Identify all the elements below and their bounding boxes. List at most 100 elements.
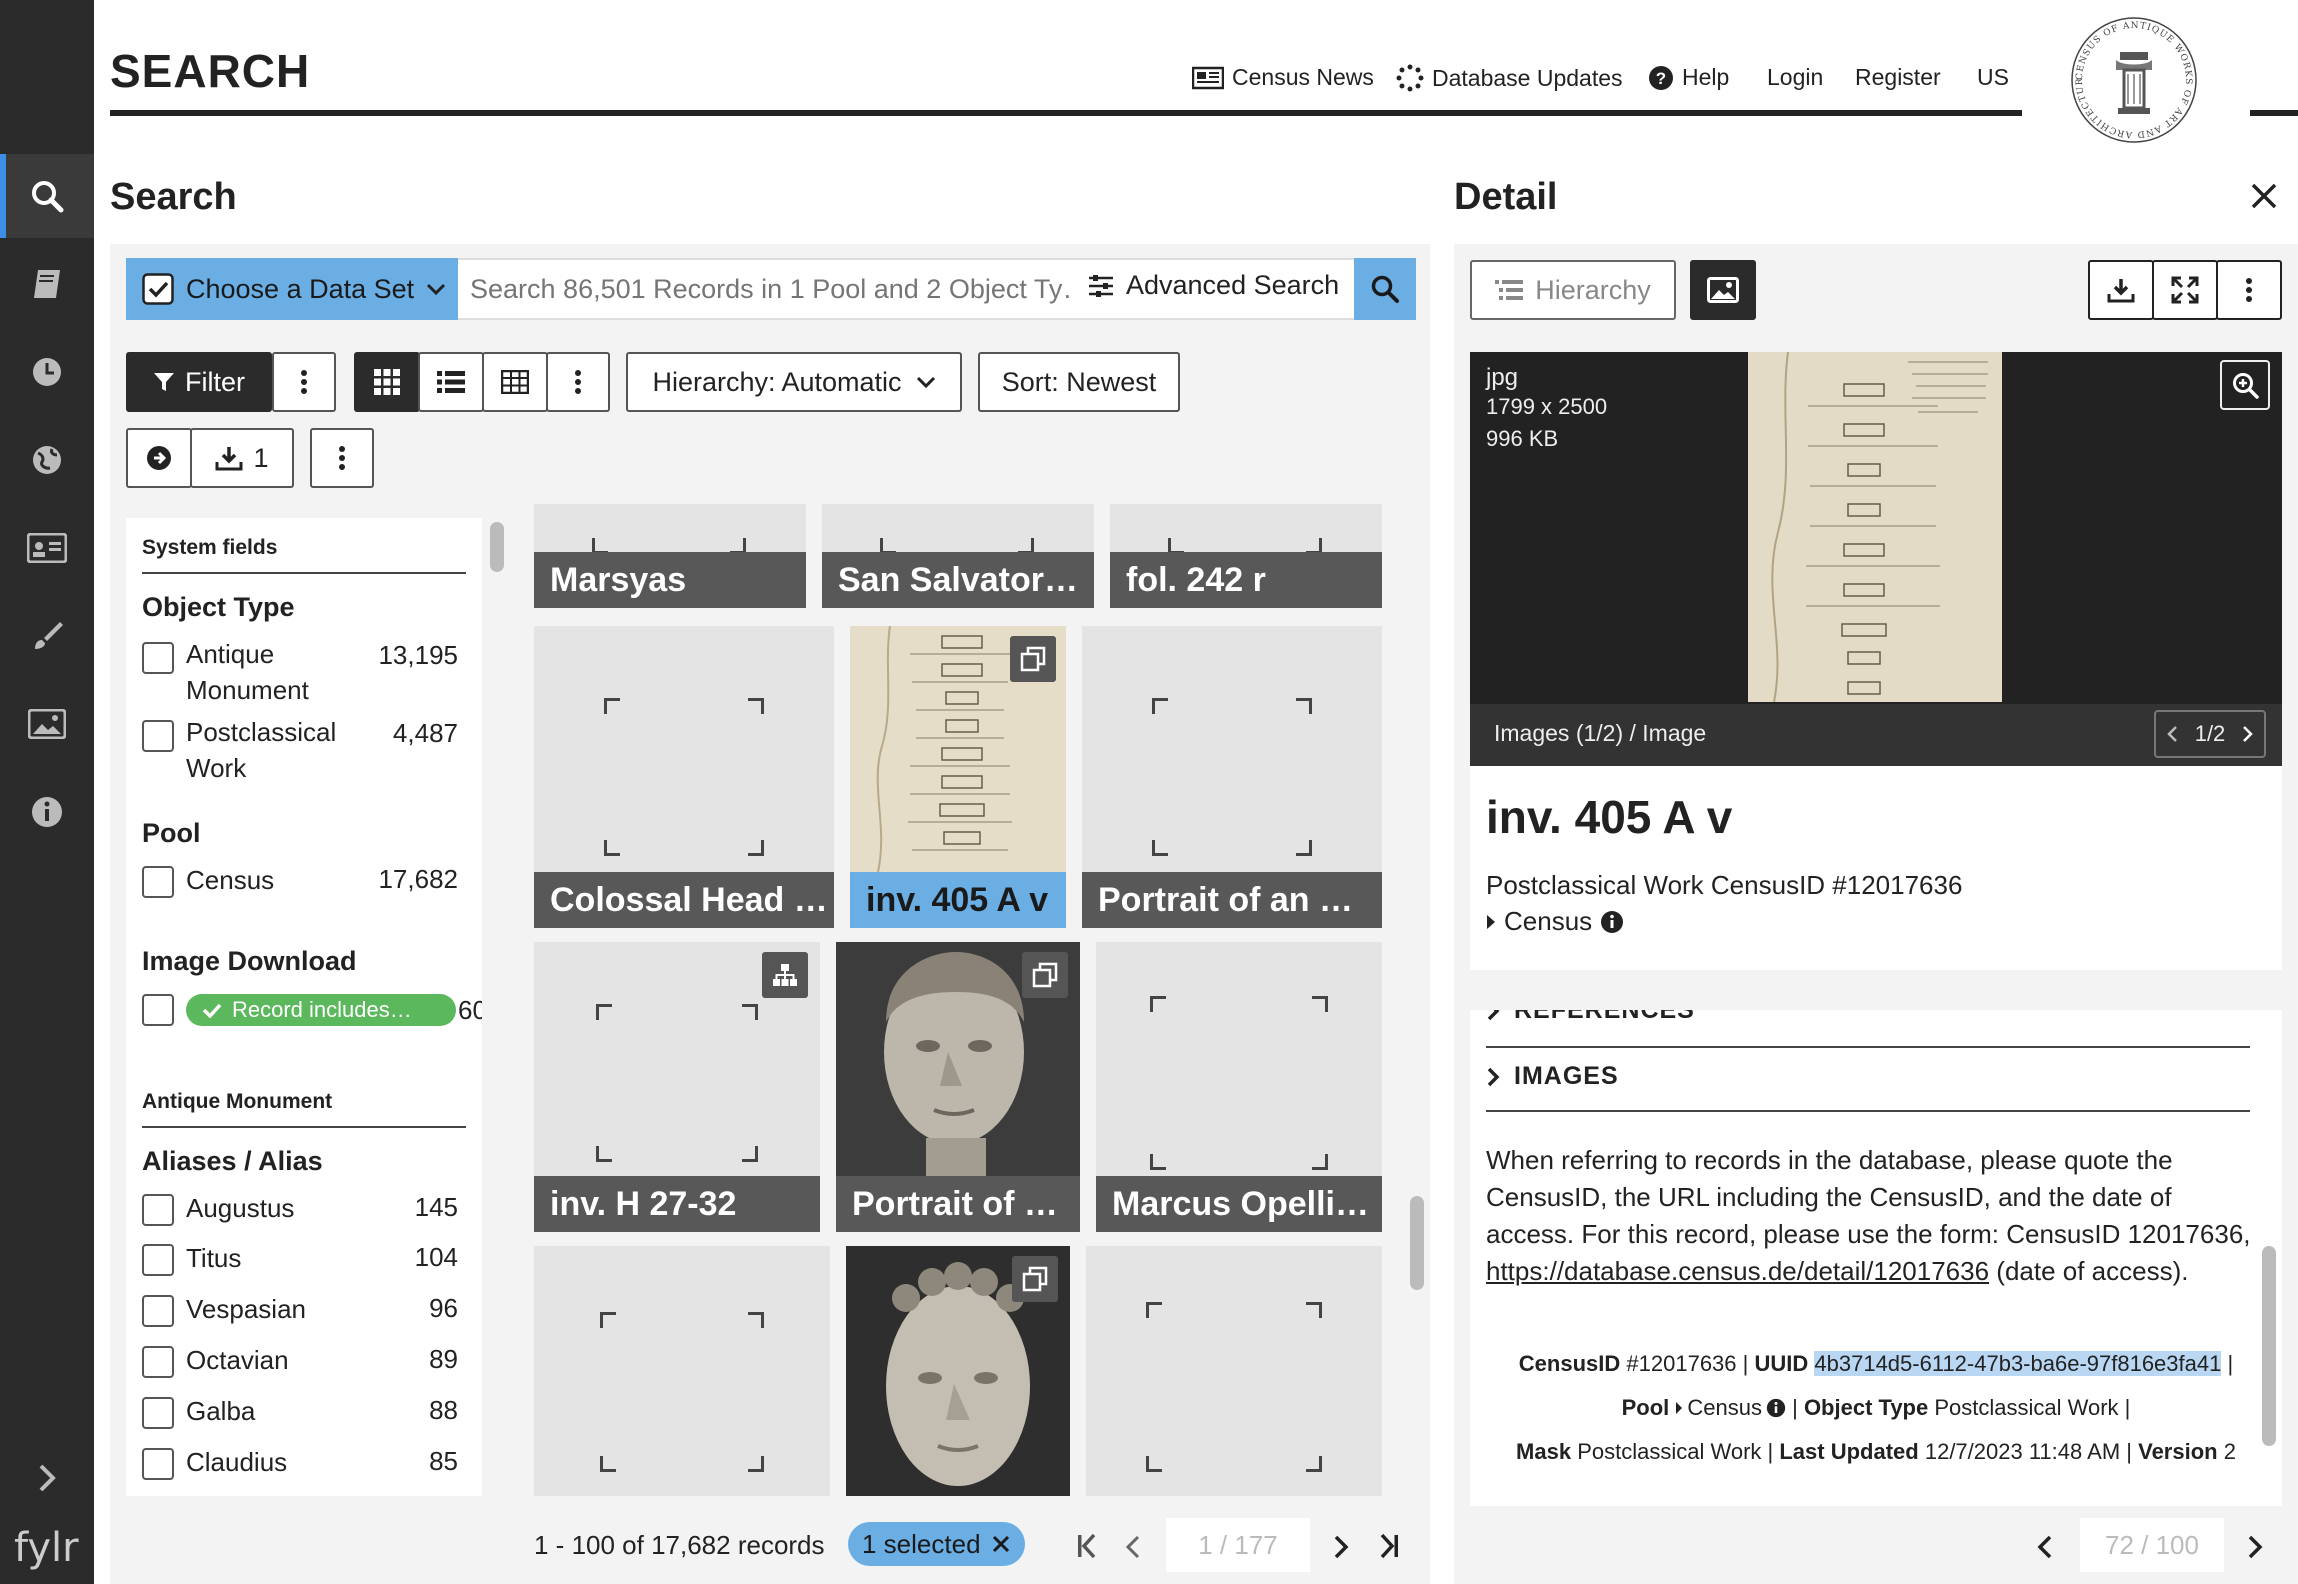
facet-item-alias[interactable]: Augustus 145 bbox=[126, 1190, 482, 1230]
result-tile-label: Marcus Opelli… bbox=[1096, 1176, 1382, 1232]
fullscreen-button[interactable] bbox=[2152, 260, 2218, 320]
nav-language[interactable]: US bbox=[1977, 64, 2009, 91]
zoom-in-icon[interactable] bbox=[2220, 360, 2270, 410]
facet-item-alias[interactable]: Octavian 89 bbox=[126, 1342, 482, 1382]
image-view-button[interactable] bbox=[1690, 260, 1756, 320]
book-icon[interactable] bbox=[0, 242, 94, 326]
record-pool[interactable]: Census bbox=[1486, 906, 1624, 937]
info-icon[interactable] bbox=[1600, 910, 1624, 934]
result-tile[interactable]: San Salvator… bbox=[822, 504, 1094, 608]
result-tile[interactable]: Marsyas bbox=[534, 504, 806, 608]
selection-menu-button[interactable] bbox=[310, 428, 374, 488]
facet-checkbox[interactable] bbox=[142, 642, 174, 674]
nav-login[interactable]: Login bbox=[1767, 64, 1823, 91]
next-record-icon[interactable] bbox=[2246, 1534, 2264, 1560]
prev-record-icon[interactable] bbox=[2036, 1534, 2054, 1560]
go-button[interactable] bbox=[126, 428, 192, 488]
result-tile[interactable]: Marcus Opelli… bbox=[1096, 942, 1382, 1232]
facet-item-alias[interactable]: Vespasian 96 bbox=[126, 1291, 482, 1331]
facet-checkbox[interactable] bbox=[142, 720, 174, 752]
first-page-icon[interactable] bbox=[1076, 1532, 1098, 1560]
brush-icon[interactable] bbox=[0, 594, 94, 678]
facet-item-alias[interactable]: Galba 88 bbox=[126, 1393, 482, 1433]
close-icon[interactable] bbox=[991, 1534, 1011, 1554]
facet-checkbox[interactable] bbox=[142, 1346, 174, 1378]
expand-chevron-icon[interactable] bbox=[0, 1436, 94, 1520]
detail-scrollbar[interactable] bbox=[2262, 1246, 2276, 1446]
close-detail-icon[interactable] bbox=[2250, 182, 2278, 210]
facet-checkbox[interactable] bbox=[142, 866, 174, 898]
citation-url-link[interactable]: https://database.census.de/detail/120176… bbox=[1486, 1256, 1989, 1286]
nav-help[interactable]: ? Help bbox=[1648, 64, 1729, 91]
result-tile[interactable] bbox=[534, 1246, 830, 1496]
facet-item-census[interactable]: Census 17,682 bbox=[126, 862, 482, 902]
pool-link[interactable]: Census bbox=[1675, 1386, 1786, 1430]
facet-item-alias[interactable]: Claudius 85 bbox=[126, 1444, 482, 1484]
nav-register[interactable]: Register bbox=[1855, 64, 1941, 91]
result-tile[interactable]: Portrait of … bbox=[836, 942, 1080, 1232]
view-table-button[interactable] bbox=[482, 352, 548, 412]
facet-checkbox[interactable] bbox=[142, 1244, 174, 1276]
detail-menu-button[interactable] bbox=[2216, 260, 2282, 320]
image-pager[interactable]: 1/2 bbox=[2154, 710, 2266, 758]
info-icon[interactable] bbox=[1766, 1398, 1786, 1418]
facet-item-record-includes[interactable]: Record includes… 60 bbox=[126, 990, 482, 1030]
result-tile[interactable] bbox=[846, 1246, 1070, 1496]
hierarchy-select[interactable]: Hierarchy: Automatic bbox=[626, 352, 962, 412]
facet-checkbox[interactable] bbox=[142, 1194, 174, 1226]
next-page-icon[interactable] bbox=[1332, 1534, 1350, 1560]
result-tile[interactable]: Portrait of an … bbox=[1082, 626, 1382, 928]
result-tile[interactable]: Colossal Head … bbox=[534, 626, 834, 928]
chevron-right-icon[interactable] bbox=[2242, 725, 2254, 743]
object-type-value: Postclassical Work bbox=[1934, 1395, 2119, 1420]
result-tile[interactable] bbox=[1086, 1246, 1382, 1496]
section-references[interactable]: REFERENCES bbox=[1486, 1010, 1695, 1025]
sort-button[interactable]: Sort: Newest bbox=[978, 352, 1180, 412]
nav-database-updates[interactable]: Database Updates bbox=[1396, 64, 1623, 92]
pool-key: Pool bbox=[1621, 1395, 1670, 1420]
image-caption: Images (1/2) / Image bbox=[1494, 720, 1707, 746]
selected-chip[interactable]: 1 selected bbox=[848, 1522, 1025, 1566]
facet-item-alias[interactable]: Titus 104 bbox=[126, 1240, 482, 1280]
last-page-icon[interactable] bbox=[1378, 1532, 1400, 1560]
hierarchy-button[interactable]: Hierarchy bbox=[1470, 260, 1676, 320]
facets-scrollbar[interactable] bbox=[490, 522, 504, 572]
filter-menu-button[interactable] bbox=[272, 352, 336, 412]
view-menu-button[interactable] bbox=[546, 352, 610, 412]
id-card-icon[interactable] bbox=[0, 506, 94, 590]
facet-checkbox[interactable] bbox=[142, 1448, 174, 1480]
view-grid-button[interactable] bbox=[354, 352, 420, 412]
result-tile[interactable]: inv. H 27-32 bbox=[534, 942, 820, 1232]
history-icon[interactable] bbox=[0, 330, 94, 414]
image-viewer[interactable]: jpg 1799 x 2500 996 KB Images (1/2) / Im… bbox=[1470, 352, 2282, 766]
advanced-search-button[interactable]: Advanced Search bbox=[1088, 270, 1339, 301]
nav-census-news[interactable]: Census News bbox=[1192, 64, 1374, 91]
view-list-button[interactable] bbox=[418, 352, 484, 412]
newspaper-icon bbox=[1192, 66, 1224, 89]
facet-checkbox[interactable] bbox=[142, 1397, 174, 1429]
search-icon[interactable] bbox=[0, 154, 94, 238]
facet-checkbox[interactable] bbox=[142, 1295, 174, 1327]
facet-item-postclassical-work[interactable]: Postclassical Work 4,487 bbox=[126, 714, 482, 788]
census-logo: CENSUS OF ANTIQUE WORKS OF ART AND ARCHI… bbox=[2068, 14, 2200, 146]
download-button[interactable]: 1 bbox=[190, 428, 294, 488]
section-images[interactable]: IMAGES bbox=[1486, 1062, 1619, 1091]
search-submit-button[interactable] bbox=[1354, 258, 1416, 320]
results-scrollbar[interactable] bbox=[1410, 1196, 1424, 1290]
prev-page-icon[interactable] bbox=[1124, 1534, 1142, 1560]
record-pager-input[interactable]: 72 / 100 bbox=[2080, 1518, 2224, 1572]
search-input[interactable] bbox=[470, 262, 1070, 316]
info-icon[interactable] bbox=[0, 770, 94, 854]
globe-icon[interactable] bbox=[0, 418, 94, 502]
page-input[interactable]: 1 / 177 bbox=[1166, 1518, 1310, 1572]
uuid-value[interactable]: 4b3714d5-6112-47b3-ba6e-97f816e3fa41 bbox=[1814, 1351, 2222, 1376]
result-tile-selected[interactable]: inv. 405 A v bbox=[850, 626, 1066, 928]
detail-download-button[interactable] bbox=[2088, 260, 2154, 320]
image-icon[interactable] bbox=[0, 682, 94, 766]
result-tile[interactable]: fol. 242 r bbox=[1110, 504, 1382, 608]
chevron-left-icon[interactable] bbox=[2166, 725, 2178, 743]
facet-checkbox[interactable] bbox=[142, 994, 174, 1026]
choose-dataset-button[interactable]: Choose a Data Set bbox=[126, 258, 458, 320]
filter-button[interactable]: Filter bbox=[126, 352, 272, 412]
facet-item-antique-monument[interactable]: Antique Monument 13,195 bbox=[126, 636, 482, 710]
